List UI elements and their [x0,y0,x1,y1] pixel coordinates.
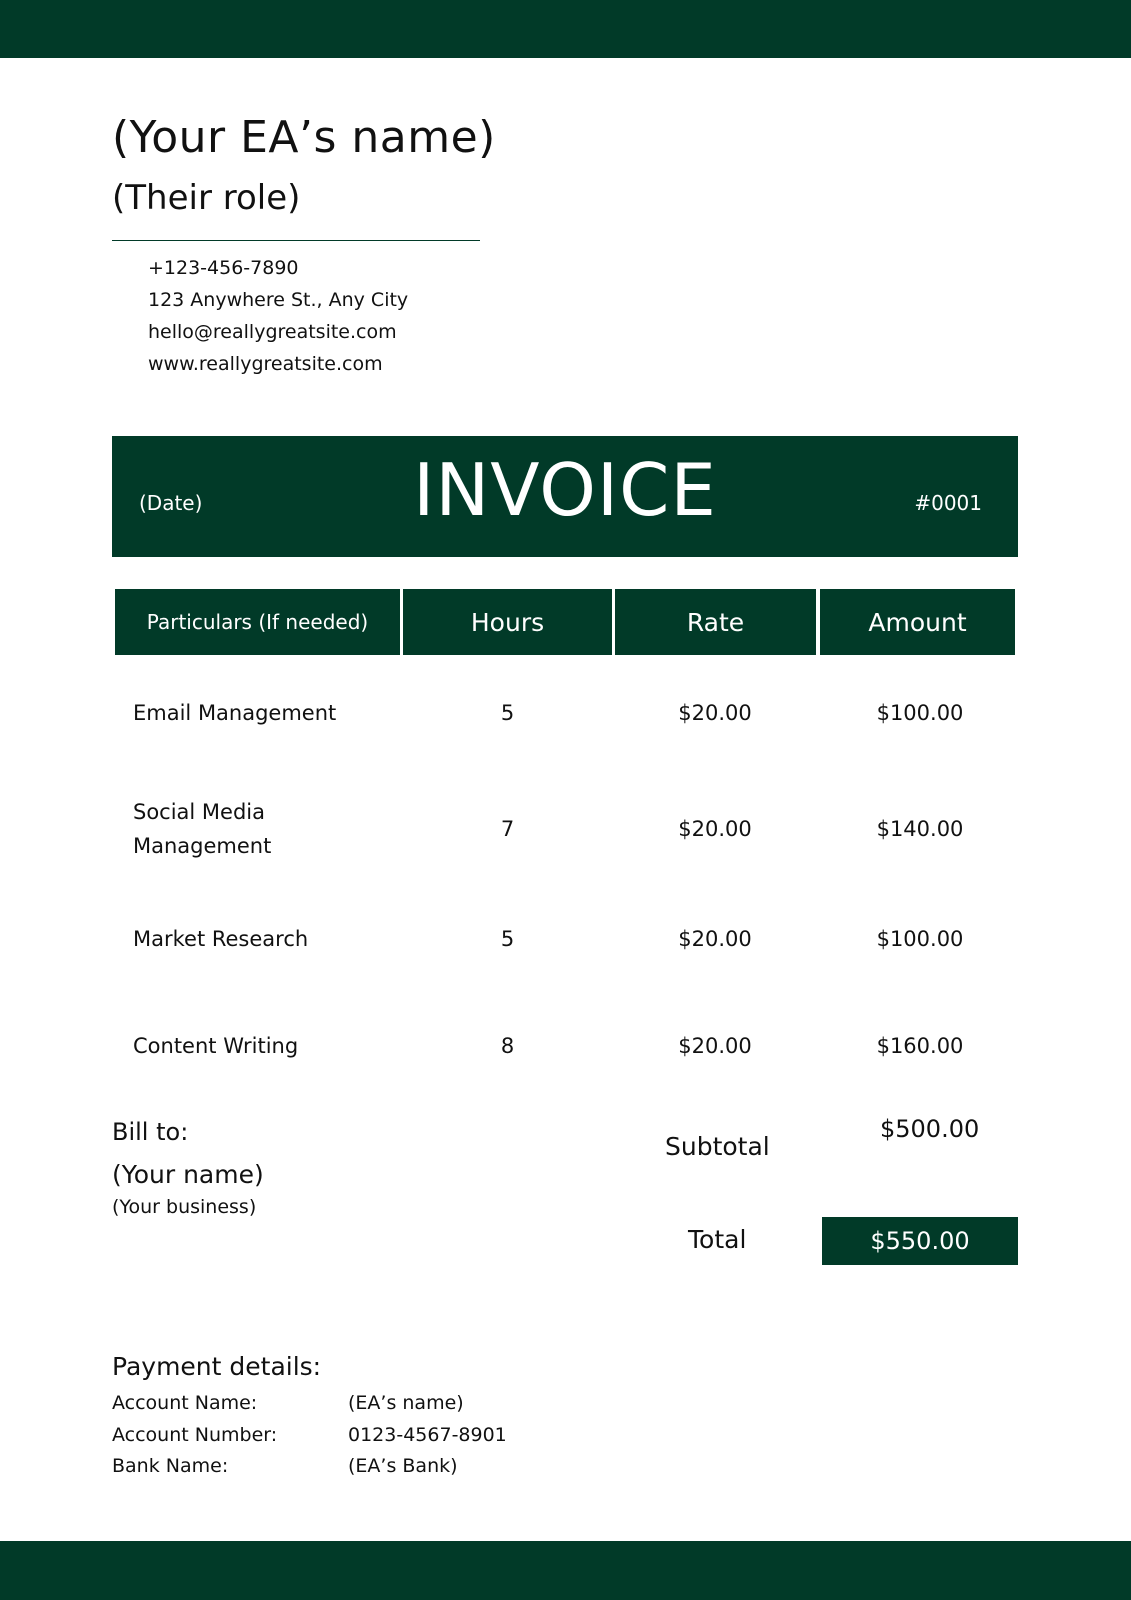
payment-value: 0123-4567-8901 [348,1424,507,1446]
contact-block: +123-456-7890 123 Anywhere St., Any City… [148,252,408,380]
subtotal-label: Subtotal [665,1132,770,1161]
ea-name-heading: (Your EA’s name) [112,112,496,163]
cell-hours: 5 [500,927,515,951]
payment-details-heading: Payment details: [112,1352,322,1381]
total-label: Total [688,1225,747,1254]
contact-address: 123 Anywhere St., Any City [148,289,409,311]
subtotal-value: $500.00 [880,1115,980,1143]
payment-label: Account Name: [112,1392,258,1414]
payment-value: (EA’s Bank) [348,1455,458,1477]
contact-phone: +123-456-7890 [148,257,299,279]
cell-hours: 7 [500,817,515,841]
cell-particular: Social Media Management [133,800,272,858]
cell-hours: 8 [500,1034,515,1058]
contact-email: hello@reallygreatsite.com [148,321,397,343]
bill-to-label: Bill to: [112,1118,189,1146]
cell-particular: Email Management [133,701,337,725]
cell-particular: Content Writing [133,1034,299,1058]
cell-amount: $160.00 [876,1034,964,1058]
cell-amount: $100.00 [876,701,964,725]
cell-rate: $20.00 [678,817,752,841]
bill-to-business: (Your business) [112,1196,257,1218]
ea-role: (Their role) [112,178,301,218]
invoice-title: INVOICE [413,448,717,532]
cell-particular: Market Research [133,927,309,951]
cell-rate: $20.00 [678,927,752,951]
cell-amount: $140.00 [876,817,964,841]
bottom-decorative-bar [0,1541,1131,1600]
payment-value: (EA’s name) [348,1392,464,1414]
cell-hours: 5 [500,701,515,725]
column-header-hours: Hours [403,589,612,655]
bill-to-name: (Your name) [112,1160,264,1189]
invoice-number: #0001 [914,491,982,515]
cell-rate: $20.00 [678,701,752,725]
cell-amount: $100.00 [876,927,964,951]
total-value: $550.00 [822,1217,1018,1265]
header-divider [112,240,480,241]
contact-website: www.reallygreatsite.com [148,353,383,375]
column-header-amount: Amount [820,589,1015,655]
payment-label: Bank Name: [112,1455,229,1477]
column-header-rate: Rate [615,589,816,655]
cell-rate: $20.00 [678,1034,752,1058]
payment-label: Account Number: [112,1424,278,1446]
column-header-particulars: Particulars (If needed) [115,589,400,655]
invoice-banner: (Date) INVOICE #0001 [112,436,1018,557]
top-decorative-bar [0,0,1131,58]
